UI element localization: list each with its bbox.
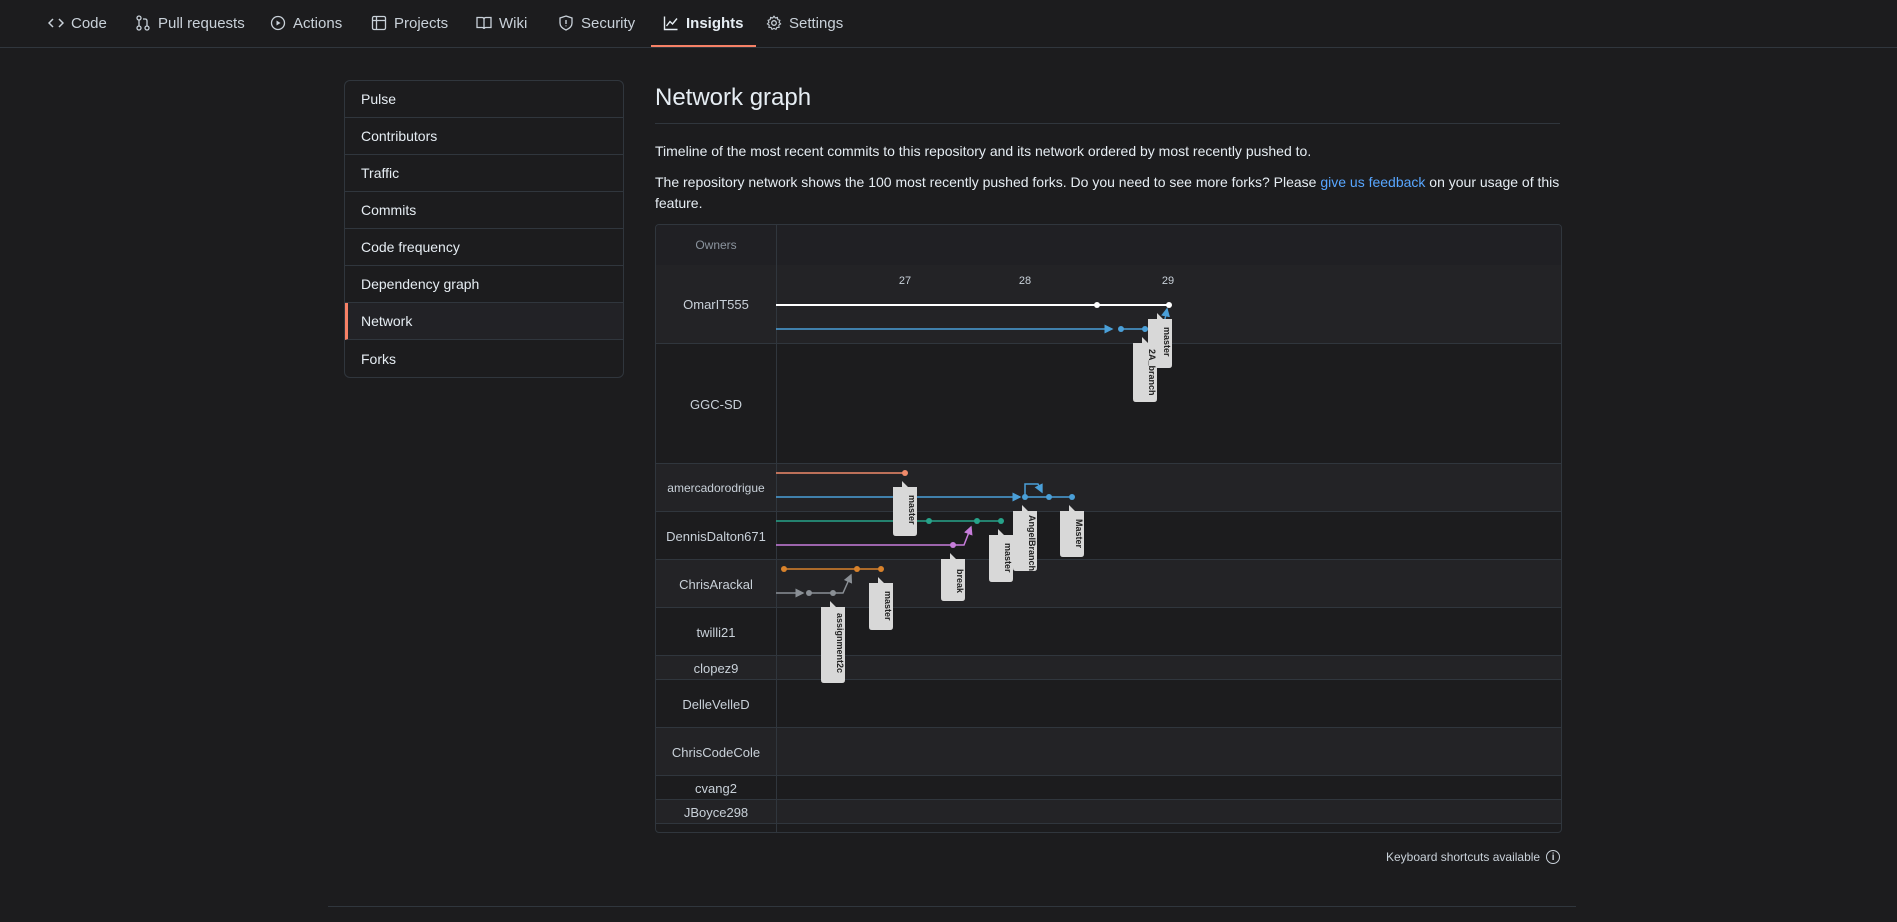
- sidebar-item-network[interactable]: Network: [345, 303, 623, 340]
- commit-dot[interactable]: [1166, 302, 1172, 308]
- branch-tag-label: 2A_branch: [1147, 349, 1157, 396]
- tab-label: Actions: [293, 14, 343, 32]
- tab-code[interactable]: Code: [48, 0, 107, 46]
- commit-dot[interactable]: [854, 566, 860, 572]
- sidebar-item-traffic[interactable]: Traffic: [345, 155, 623, 192]
- network-graph[interactable]: Owners OmarIT555 GGC-SD amercadorodrigue…: [655, 224, 1562, 833]
- tab-label: Wiki: [499, 14, 528, 32]
- commit-dot[interactable]: [878, 566, 884, 572]
- keyboard-shortcuts[interactable]: Keyboard shortcuts available i: [1386, 850, 1561, 864]
- sidebar-item-code-frequency[interactable]: Code frequency: [345, 229, 623, 266]
- branch-tag-label: master: [1162, 327, 1172, 357]
- commit-dot[interactable]: [1142, 326, 1148, 332]
- graph-icon: [663, 15, 679, 31]
- code-icon: [48, 15, 64, 31]
- sidebar-item-dependency-graph[interactable]: Dependency graph: [345, 266, 623, 303]
- feedback-link[interactable]: give us feedback: [1320, 174, 1425, 190]
- commit-dot[interactable]: [1022, 494, 1028, 500]
- tab-label: Insights: [686, 14, 744, 32]
- commit-dot[interactable]: [806, 590, 812, 596]
- repo-nav: Code Pull requests Actions Projects Wiki…: [0, 0, 1897, 48]
- merge-line: [953, 525, 973, 546]
- network-description: Timeline of the most recent commits to t…: [655, 143, 1312, 159]
- tab-label: Security: [581, 14, 636, 32]
- tab-label: Pull requests: [158, 14, 245, 32]
- tab-insights[interactable]: Insights: [651, 0, 755, 47]
- branch-tag[interactable]: 2A_branch: [1133, 337, 1157, 402]
- tab-actions[interactable]: Actions: [270, 0, 342, 46]
- date-label: 29: [1162, 275, 1174, 287]
- commit-dot[interactable]: [1069, 494, 1075, 500]
- tab-settings[interactable]: Settings: [766, 0, 843, 46]
- sidebar-item-forks[interactable]: Forks: [345, 340, 623, 377]
- branch-tag[interactable]: Master: [1060, 505, 1084, 557]
- insights-sidebar: Pulse Contributors Traffic Commits Code …: [344, 80, 624, 378]
- forks-note: The repository network shows the 100 mos…: [655, 172, 1560, 214]
- play-icon: [270, 15, 286, 31]
- commit-dot[interactable]: [830, 590, 836, 596]
- branch-tag-label: AngelBranch: [1027, 515, 1037, 571]
- forks-note-text: The repository network shows the 100 mos…: [655, 174, 1321, 190]
- branch-tag-label: Master: [1074, 519, 1084, 549]
- book-icon: [476, 15, 492, 31]
- table-icon: [371, 15, 387, 31]
- merge-line: [833, 573, 853, 594]
- commit-dot[interactable]: [1046, 494, 1052, 500]
- commit-dot[interactable]: [926, 518, 932, 524]
- tab-projects[interactable]: Projects: [371, 0, 448, 46]
- branch-tag[interactable]: AngelBranch: [1013, 505, 1037, 571]
- branch-tag-label: break: [955, 569, 965, 594]
- branch-tag[interactable]: master: [893, 481, 917, 536]
- tab-label: Projects: [394, 14, 449, 32]
- pull-request-icon: [135, 15, 151, 31]
- tab-label: Code: [71, 14, 107, 32]
- shield-icon: [558, 15, 574, 31]
- branch-tag[interactable]: assignment2c: [821, 601, 845, 683]
- branch-tag-label: assignment2c: [835, 613, 845, 673]
- commit-dot[interactable]: [950, 542, 956, 548]
- footer-divider: [328, 906, 1576, 907]
- commit-dot[interactable]: [1094, 302, 1100, 308]
- commit-dot[interactable]: [998, 518, 1004, 524]
- title-divider: [655, 123, 1560, 124]
- branch-tag-label: master: [907, 495, 917, 525]
- merge-line: [1024, 483, 1043, 497]
- date-label: 28: [1019, 275, 1031, 287]
- branch-tag-label: master: [1003, 543, 1013, 573]
- commit-dot[interactable]: [902, 470, 908, 476]
- sidebar-item-commits[interactable]: Commits: [345, 192, 623, 229]
- commit-dot[interactable]: [781, 566, 787, 572]
- sidebar-item-contributors[interactable]: Contributors: [345, 118, 623, 155]
- tab-security[interactable]: Security: [558, 0, 635, 46]
- tab-wiki[interactable]: Wiki: [476, 0, 527, 46]
- page-title: Network graph: [655, 84, 812, 111]
- branch-tag-label: master: [883, 591, 893, 621]
- gear-icon: [766, 15, 782, 31]
- commit-graph-canvas[interactable]: 27 28 29 master 2A_branch master AngelBr…: [656, 225, 1561, 832]
- info-icon: i: [1546, 850, 1561, 864]
- branch-tag[interactable]: master: [869, 577, 893, 630]
- branch-tag[interactable]: master: [989, 529, 1013, 582]
- sidebar-item-pulse[interactable]: Pulse: [345, 81, 623, 118]
- tab-label: Settings: [789, 14, 844, 32]
- commit-dot[interactable]: [1118, 326, 1124, 332]
- commit-dot[interactable]: [974, 518, 980, 524]
- branch-tag[interactable]: break: [941, 553, 965, 601]
- date-label: 27: [899, 275, 911, 287]
- tab-pull-requests[interactable]: Pull requests: [135, 0, 245, 46]
- keyboard-shortcuts-label: Keyboard shortcuts available: [1386, 850, 1541, 864]
